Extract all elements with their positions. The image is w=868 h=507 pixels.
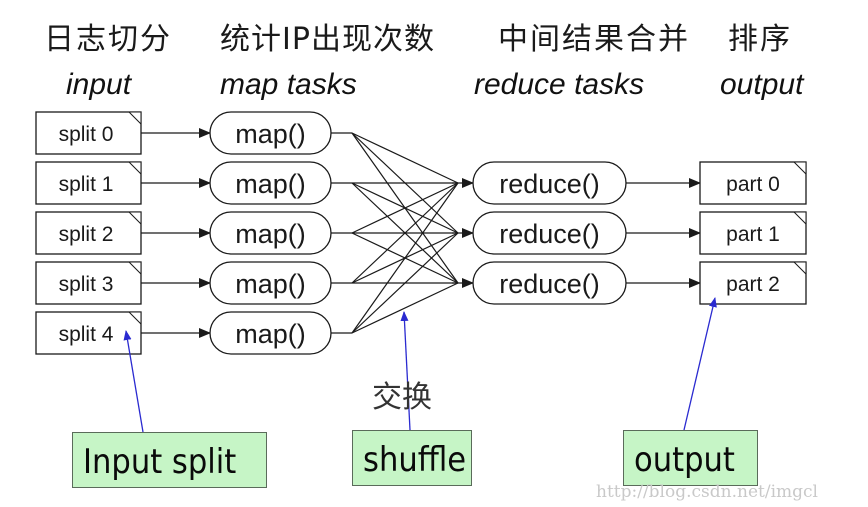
callout-input-split: Input split xyxy=(72,432,267,488)
map-label: map() xyxy=(235,319,306,349)
part-label: part 2 xyxy=(726,273,780,296)
callout-output: output xyxy=(623,430,758,486)
callout-shuffle: shuffle xyxy=(352,430,472,486)
reduce-task-node: reduce() xyxy=(472,161,627,205)
split-label: split 0 xyxy=(59,123,114,146)
input-split-node: split 4 xyxy=(35,311,142,355)
input-split-node: split 0 xyxy=(35,111,142,155)
split-label: split 2 xyxy=(59,223,114,246)
map-label: map() xyxy=(235,169,306,199)
shuffle-edge xyxy=(351,132,459,184)
map-task-node: map() xyxy=(209,261,332,305)
shuffle-label-cn: 交换 xyxy=(372,380,432,415)
input-split-node: split 2 xyxy=(35,211,142,255)
split-label: split 3 xyxy=(59,273,114,296)
input-split-node: split 1 xyxy=(35,161,142,205)
reduce-label: reduce() xyxy=(499,169,600,199)
map-label: map() xyxy=(235,119,306,149)
map-label: map() xyxy=(235,269,306,299)
map-task-node: map() xyxy=(209,311,332,355)
split-label: split 4 xyxy=(59,323,114,346)
output-part-node: part 0 xyxy=(699,161,807,205)
part-label: part 0 xyxy=(726,173,780,196)
output-part-node: part 1 xyxy=(699,211,807,255)
reduce-label: reduce() xyxy=(499,269,600,299)
map-task-node: map() xyxy=(209,161,332,205)
input-split-node: split 3 xyxy=(35,261,142,305)
reduce-task-node: reduce() xyxy=(472,261,627,305)
map-label: map() xyxy=(235,219,306,249)
reduce-label: reduce() xyxy=(499,219,600,249)
pointer-output xyxy=(683,297,717,431)
part-label: part 1 xyxy=(726,223,780,246)
map-task-node: map() xyxy=(209,211,332,255)
shuffle-edge xyxy=(351,182,459,334)
map-task-node: map() xyxy=(209,111,332,155)
reduce-task-node: reduce() xyxy=(472,211,627,255)
split-label: split 1 xyxy=(59,173,114,196)
output-part-node: part 2 xyxy=(699,261,807,305)
watermark: http://blog.csdn.net/imgcl xyxy=(596,482,818,502)
